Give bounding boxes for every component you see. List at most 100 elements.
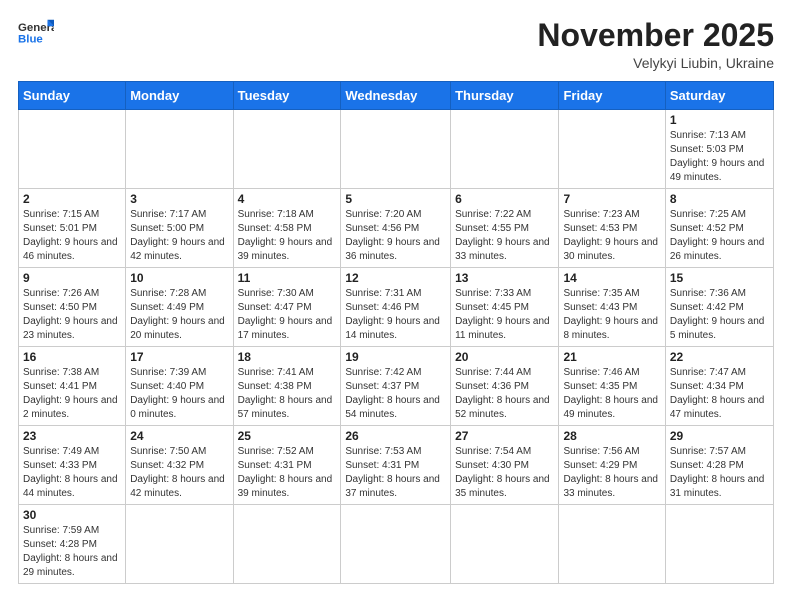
day-number: 10 — [130, 271, 228, 285]
day-info: Sunrise: 7:39 AM Sunset: 4:40 PM Dayligh… — [130, 366, 228, 422]
calendar-cell: 11 Sunrise: 7:30 AM Sunset: 4:47 PM Dayli… — [233, 268, 341, 347]
day-number: 28 — [563, 429, 660, 443]
day-info: Sunrise: 7:44 AM Sunset: 4:36 PM Dayligh… — [455, 366, 554, 422]
day-number: 2 — [23, 192, 121, 206]
calendar-cell — [126, 110, 233, 189]
day-info: Sunrise: 7:59 AM Sunset: 4:28 PM Dayligh… — [23, 524, 121, 580]
day-info: Sunrise: 7:36 AM Sunset: 4:42 PM Dayligh… — [670, 287, 769, 343]
calendar-cell: 28 Sunrise: 7:56 AM Sunset: 4:29 PM Dayli… — [559, 426, 665, 505]
day-info: Sunrise: 7:17 AM Sunset: 5:00 PM Dayligh… — [130, 208, 228, 264]
calendar-cell: 30 Sunrise: 7:59 AM Sunset: 4:28 PM Dayli… — [19, 505, 126, 584]
calendar-cell — [559, 110, 665, 189]
day-number: 7 — [563, 192, 660, 206]
calendar-cell: 6 Sunrise: 7:22 AM Sunset: 4:55 PM Daylig… — [451, 189, 559, 268]
location: Velykyi Liubin, Ukraine — [537, 55, 774, 71]
day-info: Sunrise: 7:38 AM Sunset: 4:41 PM Dayligh… — [23, 366, 121, 422]
day-info: Sunrise: 7:53 AM Sunset: 4:31 PM Dayligh… — [345, 445, 446, 501]
calendar-cell: 16Sunrise: 7:38 AM Sunset: 4:41 PM Dayli… — [19, 347, 126, 426]
day-info: Sunrise: 7:52 AM Sunset: 4:31 PM Dayligh… — [238, 445, 337, 501]
calendar-cell: 26 Sunrise: 7:53 AM Sunset: 4:31 PM Dayli… — [341, 426, 451, 505]
calendar-cell: 1Sunrise: 7:13 AM Sunset: 5:03 PM Daylig… — [665, 110, 773, 189]
calendar-cell: 27Sunrise: 7:54 AM Sunset: 4:30 PM Dayli… — [451, 426, 559, 505]
week-row-4: 16Sunrise: 7:38 AM Sunset: 4:41 PM Dayli… — [19, 347, 774, 426]
calendar-cell: 14Sunrise: 7:35 AM Sunset: 4:43 PM Dayli… — [559, 268, 665, 347]
weekday-monday: Monday — [126, 82, 233, 110]
calendar: SundayMondayTuesdayWednesdayThursdayFrid… — [18, 81, 774, 584]
day-info: Sunrise: 7:15 AM Sunset: 5:01 PM Dayligh… — [23, 208, 121, 264]
calendar-cell — [233, 505, 341, 584]
weekday-saturday: Saturday — [665, 82, 773, 110]
calendar-cell: 4Sunrise: 7:18 AM Sunset: 4:58 PM Daylig… — [233, 189, 341, 268]
day-info: Sunrise: 7:25 AM Sunset: 4:52 PM Dayligh… — [670, 208, 769, 264]
day-info: Sunrise: 7:31 AM Sunset: 4:46 PM Dayligh… — [345, 287, 446, 343]
calendar-cell: 18Sunrise: 7:41 AM Sunset: 4:38 PM Dayli… — [233, 347, 341, 426]
week-row-2: 2 Sunrise: 7:15 AM Sunset: 5:01 PM Daylig… — [19, 189, 774, 268]
week-row-6: 30 Sunrise: 7:59 AM Sunset: 4:28 PM Dayli… — [19, 505, 774, 584]
calendar-cell — [451, 505, 559, 584]
calendar-cell: 8Sunrise: 7:25 AM Sunset: 4:52 PM Daylig… — [665, 189, 773, 268]
weekday-friday: Friday — [559, 82, 665, 110]
day-info: Sunrise: 7:33 AM Sunset: 4:45 PM Dayligh… — [455, 287, 554, 343]
day-number: 23 — [23, 429, 121, 443]
day-number: 26 — [345, 429, 446, 443]
day-number: 11 — [238, 271, 337, 285]
day-number: 15 — [670, 271, 769, 285]
day-number: 19 — [345, 350, 446, 364]
day-number: 27 — [455, 429, 554, 443]
calendar-cell: 15 Sunrise: 7:36 AM Sunset: 4:42 PM Dayli… — [665, 268, 773, 347]
week-row-1: 1Sunrise: 7:13 AM Sunset: 5:03 PM Daylig… — [19, 110, 774, 189]
calendar-cell — [126, 505, 233, 584]
calendar-cell — [341, 110, 451, 189]
calendar-cell: 20Sunrise: 7:44 AM Sunset: 4:36 PM Dayli… — [451, 347, 559, 426]
day-info: Sunrise: 7:22 AM Sunset: 4:55 PM Dayligh… — [455, 208, 554, 264]
calendar-cell — [233, 110, 341, 189]
day-info: Sunrise: 7:50 AM Sunset: 4:32 PM Dayligh… — [130, 445, 228, 501]
day-number: 30 — [23, 508, 121, 522]
day-number: 6 — [455, 192, 554, 206]
week-row-3: 9 Sunrise: 7:26 AM Sunset: 4:50 PM Daylig… — [19, 268, 774, 347]
calendar-cell: 23 Sunrise: 7:49 AM Sunset: 4:33 PM Dayli… — [19, 426, 126, 505]
day-info: Sunrise: 7:28 AM Sunset: 4:49 PM Dayligh… — [130, 287, 228, 343]
page: General Blue November 2025 Velykyi Liubi… — [0, 0, 792, 594]
day-number: 18 — [238, 350, 337, 364]
calendar-cell: 9 Sunrise: 7:26 AM Sunset: 4:50 PM Daylig… — [19, 268, 126, 347]
calendar-cell: 29Sunrise: 7:57 AM Sunset: 4:28 PM Dayli… — [665, 426, 773, 505]
day-info: Sunrise: 7:56 AM Sunset: 4:29 PM Dayligh… — [563, 445, 660, 501]
calendar-cell: 13Sunrise: 7:33 AM Sunset: 4:45 PM Dayli… — [451, 268, 559, 347]
day-info: Sunrise: 7:13 AM Sunset: 5:03 PM Dayligh… — [670, 129, 769, 185]
calendar-cell: 5Sunrise: 7:20 AM Sunset: 4:56 PM Daylig… — [341, 189, 451, 268]
calendar-cell — [559, 505, 665, 584]
day-info: Sunrise: 7:20 AM Sunset: 4:56 PM Dayligh… — [345, 208, 446, 264]
day-number: 12 — [345, 271, 446, 285]
calendar-cell: 12 Sunrise: 7:31 AM Sunset: 4:46 PM Dayli… — [341, 268, 451, 347]
svg-text:Blue: Blue — [18, 34, 43, 46]
day-number: 9 — [23, 271, 121, 285]
header: General Blue November 2025 Velykyi Liubi… — [18, 18, 774, 71]
calendar-cell — [665, 505, 773, 584]
day-number: 22 — [670, 350, 769, 364]
day-info: Sunrise: 7:42 AM Sunset: 4:37 PM Dayligh… — [345, 366, 446, 422]
day-info: Sunrise: 7:49 AM Sunset: 4:33 PM Dayligh… — [23, 445, 121, 501]
day-info: Sunrise: 7:30 AM Sunset: 4:47 PM Dayligh… — [238, 287, 337, 343]
calendar-cell: 17 Sunrise: 7:39 AM Sunset: 4:40 PM Dayli… — [126, 347, 233, 426]
day-number: 21 — [563, 350, 660, 364]
day-info: Sunrise: 7:46 AM Sunset: 4:35 PM Dayligh… — [563, 366, 660, 422]
day-number: 24 — [130, 429, 228, 443]
day-info: Sunrise: 7:26 AM Sunset: 4:50 PM Dayligh… — [23, 287, 121, 343]
calendar-cell — [341, 505, 451, 584]
week-row-5: 23 Sunrise: 7:49 AM Sunset: 4:33 PM Dayli… — [19, 426, 774, 505]
day-number: 25 — [238, 429, 337, 443]
calendar-cell: 21 Sunrise: 7:46 AM Sunset: 4:35 PM Dayli… — [559, 347, 665, 426]
day-number: 4 — [238, 192, 337, 206]
calendar-cell: 7Sunrise: 7:23 AM Sunset: 4:53 PM Daylig… — [559, 189, 665, 268]
calendar-cell: 2 Sunrise: 7:15 AM Sunset: 5:01 PM Daylig… — [19, 189, 126, 268]
day-number: 17 — [130, 350, 228, 364]
logo: General Blue — [18, 18, 54, 46]
day-info: Sunrise: 7:57 AM Sunset: 4:28 PM Dayligh… — [670, 445, 769, 501]
weekday-wednesday: Wednesday — [341, 82, 451, 110]
day-info: Sunrise: 7:47 AM Sunset: 4:34 PM Dayligh… — [670, 366, 769, 422]
weekday-sunday: Sunday — [19, 82, 126, 110]
calendar-cell — [19, 110, 126, 189]
day-info: Sunrise: 7:35 AM Sunset: 4:43 PM Dayligh… — [563, 287, 660, 343]
calendar-cell: 22 Sunrise: 7:47 AM Sunset: 4:34 PM Dayli… — [665, 347, 773, 426]
